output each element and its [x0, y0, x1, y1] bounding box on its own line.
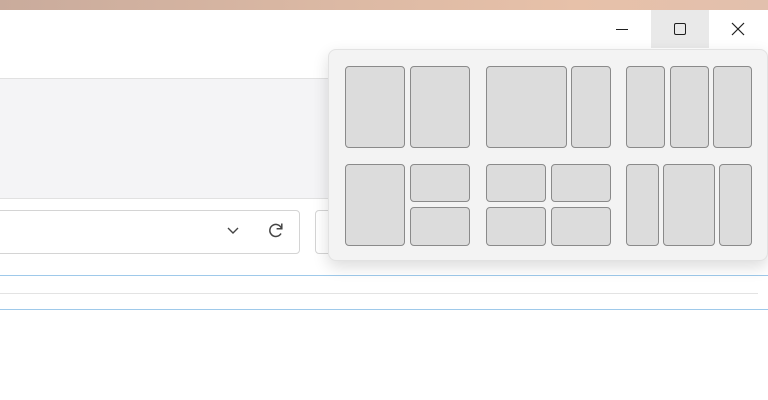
refresh-icon[interactable]	[266, 220, 286, 240]
snap-zone[interactable]	[626, 164, 659, 246]
snap-zone[interactable]	[626, 66, 665, 148]
snap-zone[interactable]	[410, 164, 470, 202]
snap-zone[interactable]	[345, 66, 405, 148]
maximize-icon	[674, 23, 686, 35]
snap-zone[interactable]	[663, 164, 715, 246]
chevron-down-icon[interactable]	[225, 222, 241, 238]
snap-zone[interactable]	[670, 66, 709, 148]
address-bar[interactable]	[0, 210, 300, 254]
snap-zone[interactable]	[345, 164, 405, 246]
maximize-button[interactable]	[651, 10, 709, 48]
snap-zone[interactable]	[410, 207, 470, 246]
snap-zone[interactable]	[719, 164, 752, 246]
snap-zone[interactable]	[486, 207, 546, 246]
row-divider	[0, 293, 758, 294]
snap-zone[interactable]	[551, 207, 611, 246]
minimize-button[interactable]	[593, 10, 651, 48]
snap-layouts-flyout	[328, 49, 768, 261]
snap-zone[interactable]	[410, 66, 470, 148]
close-icon	[731, 22, 745, 36]
selected-list-row[interactable]	[0, 275, 768, 310]
snap-zone[interactable]	[713, 66, 752, 148]
snap-zone[interactable]	[486, 164, 546, 202]
minimize-icon	[616, 28, 628, 30]
close-button[interactable]	[709, 10, 767, 48]
snap-zone[interactable]	[571, 66, 611, 148]
snap-zone[interactable]	[551, 164, 611, 202]
snap-zone[interactable]	[486, 66, 567, 148]
